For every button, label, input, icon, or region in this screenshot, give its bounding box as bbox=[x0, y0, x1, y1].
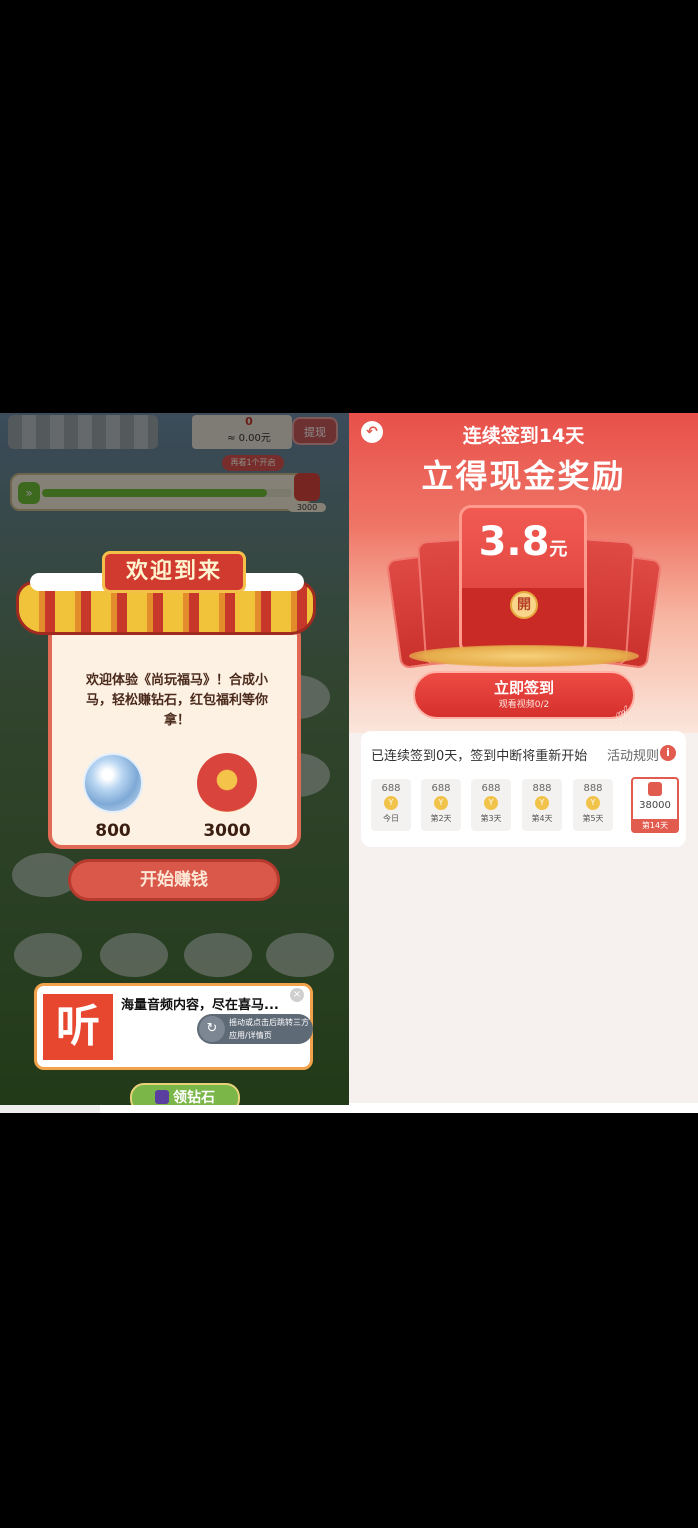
day-label: 第14天 bbox=[631, 819, 679, 833]
screen: 0 ≈ 0.00元 提现 再看1个开启 » 3000 欢迎到来 欢迎体验《尚玩福… bbox=[0, 0, 698, 1528]
sign-in-label: 立即签到 bbox=[493, 679, 554, 697]
activity-rules-link[interactable]: 活动规则 bbox=[607, 745, 659, 764]
final-day-cell: 38000 第14天 bbox=[631, 777, 679, 833]
checkin-panel: ↶ 连续签到14天 立得现金奖励 3.8元 開 立即签到 观看视频0/2 ☝ 已… bbox=[349, 413, 698, 1113]
coin-icon: Y bbox=[434, 796, 448, 810]
day-points: 688 bbox=[381, 783, 401, 794]
day-label: 第3天 bbox=[480, 814, 502, 823]
dialog-title: 欢迎到来 bbox=[125, 559, 222, 584]
bottom-strip bbox=[0, 1105, 349, 1113]
day-cell: 888 Y 第4天 bbox=[522, 779, 562, 831]
dialog-roof-decoration: 欢迎到来 bbox=[6, 551, 326, 651]
reward-red-envelope: 3000 bbox=[192, 753, 262, 841]
diamond-icon bbox=[83, 753, 143, 813]
pointing-hand-icon: ☝ bbox=[615, 701, 630, 729]
open-seal-icon: 開 bbox=[510, 591, 538, 619]
dialog-body: 欢迎体验《尚玩福马》！合成小马，轻松赚钻石，红包福利等你拿！ bbox=[85, 673, 268, 728]
day-label: 第5天 bbox=[582, 814, 604, 823]
day-points: 888 bbox=[583, 783, 603, 794]
game-panel: 0 ≈ 0.00元 提现 再看1个开启 » 3000 欢迎到来 欢迎体验《尚玩福… bbox=[0, 413, 349, 1113]
info-icon[interactable]: i bbox=[660, 745, 676, 761]
shake-hint-text: 摇动或点击后跳转三方应用/详情页 bbox=[229, 1018, 309, 1040]
day-label: 第4天 bbox=[531, 814, 553, 823]
day-points: 688 bbox=[481, 783, 501, 794]
day-cell: 688 Y 今日 bbox=[371, 779, 411, 831]
start-earning-button[interactable]: 开始赚钱 bbox=[68, 859, 280, 901]
day-points: 888 bbox=[532, 783, 552, 794]
listen-logo-icon: 听 bbox=[56, 1001, 100, 1052]
day-points: 688 bbox=[431, 783, 451, 794]
red-envelope-icon bbox=[197, 753, 257, 813]
gold-ingots-decoration bbox=[409, 645, 639, 667]
shake-phone-icon: ↻ bbox=[199, 1016, 225, 1042]
red-envelope-icon bbox=[648, 782, 662, 796]
reward-value: 3000 bbox=[203, 821, 251, 841]
coin-icon: Y bbox=[484, 796, 498, 810]
day-label: 今日 bbox=[383, 814, 399, 823]
ad-title: 海量音频内容，尽在喜马... bbox=[121, 998, 279, 1013]
day-points: 38000 bbox=[639, 800, 671, 811]
day-cell: 888 Y 第5天 bbox=[573, 779, 613, 831]
diamond-icon bbox=[155, 1090, 169, 1104]
reward-amount: 3.8元 bbox=[478, 519, 568, 565]
checkin-card: 已连续签到0天，签到中断将重新开始 活动规则 i 688 Y 今日 688 Y … bbox=[361, 731, 686, 847]
day-label: 第2天 bbox=[430, 814, 452, 823]
ad-close-button[interactable]: × bbox=[290, 988, 304, 1002]
coin-icon: Y bbox=[535, 796, 549, 810]
checkin-title: 立得现金奖励 bbox=[421, 457, 626, 495]
reward-value: 800 bbox=[95, 821, 131, 841]
coin-icon: Y bbox=[586, 796, 600, 810]
day-cell: 688 Y 第3天 bbox=[471, 779, 511, 831]
streak-text: 已连续签到0天，签到中断将重新开始 bbox=[371, 749, 588, 764]
watch-video-progress: 观看视频0/2 bbox=[498, 700, 550, 710]
bottom-strip bbox=[349, 1103, 698, 1113]
ad-banner[interactable]: 听 海量音频内容，尽在喜马... × ↻ 摇动或点击后跳转三方应用/详情页 bbox=[34, 983, 313, 1070]
coin-icon: Y bbox=[384, 796, 398, 810]
reward-diamond: 800 bbox=[78, 753, 148, 841]
checkin-subtitle: 连续签到14天 bbox=[462, 425, 585, 447]
get-diamonds-label: 领钻石 bbox=[173, 1090, 215, 1106]
day-cell: 688 Y 第2天 bbox=[421, 779, 461, 831]
